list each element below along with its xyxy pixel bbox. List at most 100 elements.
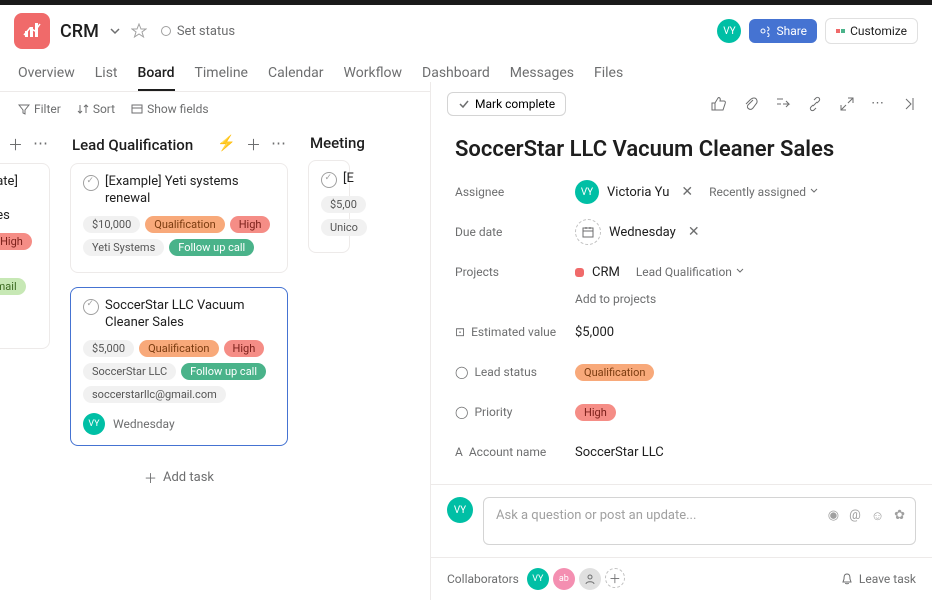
- comment-input[interactable]: Ask a question or post an update... ◉ @ …: [483, 497, 916, 545]
- collaborator-avatar[interactable]: [579, 568, 601, 590]
- due-date-label: Due date: [455, 225, 575, 239]
- lead-status-value[interactable]: Qualification: [575, 364, 654, 381]
- customize-label: Customize: [850, 24, 907, 38]
- account-value[interactable]: SoccerStar LLC: [575, 445, 664, 460]
- collaborator-avatar[interactable]: ab: [553, 568, 575, 590]
- mark-complete-label: Mark complete: [475, 97, 555, 111]
- collaborators-row: Collaborators VY ab ＋ Leave task: [431, 557, 932, 600]
- tab-calendar[interactable]: Calendar: [268, 57, 324, 91]
- emoji-icon[interactable]: ☺: [871, 508, 884, 524]
- card-email: gmail.com: [0, 301, 37, 314]
- bolt-icon[interactable]: ⚡: [217, 134, 236, 155]
- pill-account: Unico: [321, 219, 367, 236]
- recently-assigned-dropdown[interactable]: Recently assigned: [709, 185, 819, 199]
- projects-label: Projects: [455, 265, 575, 279]
- est-value-label: Estimated value: [471, 325, 556, 339]
- currency-icon: ⊡: [455, 325, 465, 339]
- task-detail-panel: Mark complete ⋯ SoccerStar LLC Vacuum Cl…: [430, 82, 932, 600]
- add-task-button[interactable]: ＋ Add task: [0, 363, 54, 398]
- share-button[interactable]: Share: [749, 19, 817, 43]
- card-title: ed to template] SoccerStar Cleaner Sales: [0, 174, 37, 225]
- leave-task-button[interactable]: Leave task: [840, 572, 916, 586]
- share-label: Share: [776, 24, 807, 38]
- appreciation-icon[interactable]: ✿: [894, 508, 905, 524]
- complete-circle-icon[interactable]: [83, 299, 99, 315]
- add-task-label: Add task: [163, 470, 214, 485]
- card-title: [Example] Yeti systems renewal: [105, 174, 275, 208]
- expand-icon[interactable]: [839, 96, 855, 112]
- remove-due-icon[interactable]: ✕: [688, 224, 700, 240]
- board-column: ⚡ ＋ ⋯ ed to template] SoccerStar Cleaner…: [0, 126, 54, 495]
- project-name[interactable]: CRM: [592, 265, 620, 280]
- mention-icon[interactable]: @: [849, 508, 861, 524]
- board-column: Meeting [E $5,00 Unico: [304, 126, 354, 495]
- pill-priority: High: [230, 216, 271, 233]
- attachment-icon[interactable]: [743, 96, 759, 112]
- est-value[interactable]: $5,000: [575, 325, 614, 340]
- filter-button[interactable]: Filter: [18, 102, 61, 116]
- priority-label: Priority: [474, 405, 512, 419]
- tab-list[interactable]: List: [95, 57, 118, 91]
- comment-section: VY Ask a question or post an update... ◉…: [431, 484, 932, 557]
- tab-timeline[interactable]: Timeline: [195, 57, 248, 91]
- priority-value[interactable]: High: [575, 404, 616, 421]
- like-icon[interactable]: [711, 96, 727, 112]
- card-email: soccerstarllc@gmail.com: [83, 386, 226, 403]
- user-avatar[interactable]: VY: [717, 19, 741, 43]
- set-status-button[interactable]: Set status: [161, 24, 235, 39]
- add-card-icon[interactable]: ＋: [246, 134, 261, 155]
- more-icon[interactable]: ⋯: [871, 96, 884, 112]
- task-title[interactable]: SoccerStar LLC Vacuum Cleaner Sales: [455, 137, 908, 162]
- tab-board[interactable]: Board: [138, 57, 175, 91]
- lead-status-label: Lead status: [474, 365, 536, 379]
- tab-overview[interactable]: Overview: [18, 57, 75, 91]
- pill-priority: High: [224, 340, 265, 357]
- column-title: Meeting: [310, 134, 365, 152]
- record-icon[interactable]: ◉: [828, 508, 839, 524]
- collaborator-avatar[interactable]: VY: [527, 568, 549, 590]
- remove-assignee-icon[interactable]: ✕: [681, 184, 693, 200]
- project-column-dropdown[interactable]: Lead Qualification: [636, 265, 745, 279]
- due-date-value[interactable]: Wednesday: [609, 225, 676, 240]
- assignee-name[interactable]: Victoria Yu: [607, 185, 669, 200]
- assignee-avatar[interactable]: VY: [575, 180, 599, 204]
- customize-button[interactable]: Customize: [825, 18, 918, 44]
- card-title: [E: [343, 171, 354, 188]
- text-icon: A: [455, 445, 463, 459]
- sort-label: Sort: [93, 102, 115, 116]
- board-card[interactable]: [E $5,00 Unico: [308, 160, 350, 253]
- more-icon[interactable]: ⋯: [33, 134, 48, 155]
- project-color-icon: [575, 268, 584, 277]
- complete-circle-icon[interactable]: [83, 175, 99, 191]
- pill-priority: High: [0, 233, 32, 250]
- bell-icon: [840, 572, 854, 586]
- board-card[interactable]: ed to template] SoccerStar Cleaner Sales…: [0, 163, 50, 349]
- board-card[interactable]: SoccerStar LLC Vacuum Cleaner Sales $5,0…: [70, 287, 288, 446]
- link-icon[interactable]: [807, 96, 823, 112]
- subtask-icon[interactable]: [775, 96, 791, 112]
- add-card-icon[interactable]: ＋: [8, 134, 23, 155]
- card-title: SoccerStar LLC Vacuum Cleaner Sales: [105, 298, 275, 332]
- pill-account: Yeti Systems: [83, 239, 164, 256]
- complete-circle-icon[interactable]: [321, 172, 337, 188]
- pill-value: $5,00: [321, 196, 366, 213]
- pill-status: Qualification: [139, 340, 218, 357]
- sort-button[interactable]: Sort: [77, 102, 115, 116]
- mark-complete-button[interactable]: Mark complete: [447, 92, 566, 116]
- star-icon[interactable]: [131, 23, 147, 39]
- comment-placeholder: Ask a question or post an update...: [496, 508, 696, 523]
- comment-avatar: VY: [447, 497, 473, 523]
- add-to-projects-link[interactable]: Add to projects: [575, 292, 908, 306]
- add-task-button[interactable]: ＋ Add task: [66, 460, 292, 495]
- calendar-icon[interactable]: [575, 219, 601, 245]
- board-card[interactable]: [Example] Yeti systems renewal $10,000 Q…: [70, 163, 288, 273]
- more-icon[interactable]: ⋯: [271, 134, 286, 155]
- chevron-down-icon[interactable]: [109, 25, 121, 37]
- show-fields-button[interactable]: Show fields: [131, 102, 208, 116]
- leave-task-label: Leave task: [859, 572, 916, 586]
- close-panel-icon[interactable]: [900, 96, 916, 112]
- assignee-label: Assignee: [455, 185, 575, 199]
- tab-workflow[interactable]: Workflow: [344, 57, 403, 91]
- account-label: Account name: [469, 445, 546, 459]
- add-collaborator-button[interactable]: ＋: [605, 568, 625, 588]
